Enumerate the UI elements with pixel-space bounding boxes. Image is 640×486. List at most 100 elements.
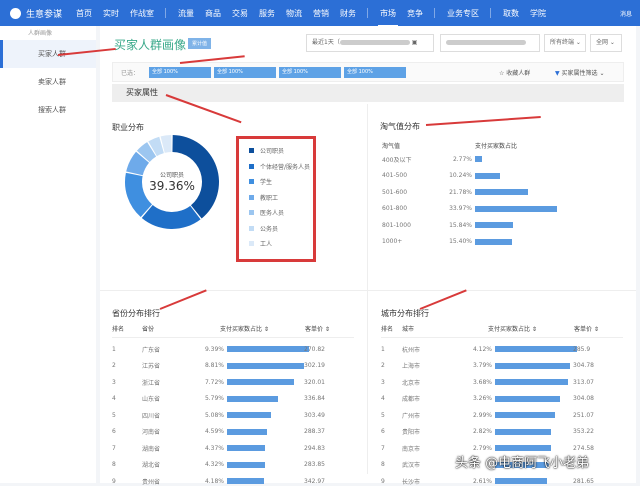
nav-item[interactable]: 财务 (340, 8, 356, 19)
filter-chip[interactable]: 全部 100% (279, 67, 341, 78)
taoqi-row: 1000+ 15.40% (382, 237, 513, 247)
legend-swatch (249, 179, 254, 185)
taoqi-row: 601-800 33.97% (382, 204, 557, 214)
nav-item[interactable]: 营销 (313, 8, 329, 19)
taoqi-bar (475, 156, 482, 162)
legend-swatch (249, 148, 254, 154)
share-bar (495, 478, 547, 484)
category-select[interactable] (440, 34, 540, 52)
table-row[interactable]: 1 广东省 9.39% 270.82 (112, 344, 325, 354)
share-bar (495, 412, 555, 418)
legend-item[interactable]: 工人 (249, 236, 313, 252)
legend-item[interactable]: 个体经营/服务人员 (249, 159, 313, 175)
nav-item[interactable]: 业务专区 (447, 8, 479, 19)
legend-swatch (249, 210, 254, 216)
column-header[interactable]: 支付买家数占比 ⇕ (220, 324, 269, 333)
legend-item[interactable]: 教职工 (249, 190, 313, 206)
table-row[interactable]: 1 杭州市 4.12% 285.9 (381, 344, 590, 354)
share-bar (495, 379, 569, 385)
cumulative-badge: 累计值 (188, 38, 212, 49)
table-row[interactable]: 6 贵阳市 2.82% 353.22 (381, 427, 594, 437)
watermark: 头条 @电商阿飞小老弟 (455, 456, 590, 471)
sidebar-item-search[interactable]: 搜索人群 (0, 96, 96, 124)
legend-swatch (249, 163, 254, 169)
terminal-select[interactable]: 所有终端 ⌄ (544, 34, 586, 52)
nav-divider (165, 8, 167, 18)
table-row[interactable]: 9 长沙市 2.61% 281.65 (381, 476, 594, 486)
divider (381, 337, 623, 338)
nav-item[interactable]: 市场 (378, 8, 399, 27)
table-row[interactable]: 6 河南省 4.59% 288.37 (112, 427, 325, 437)
share-bar (227, 362, 304, 369)
filter-bar: 已选： 全部 100% 全部 100% 全部 100% 全部 100% ☆ 收藏… (112, 62, 624, 82)
filter-chip[interactable]: 全部 100% (344, 67, 406, 78)
nav-item[interactable]: 商品 (205, 8, 221, 19)
top-nav: 生意参谋 首页 实时 作战室 流量 商品 交易 服务 物流 营销 财务 市场 竞争 业务专区 取数 学院 消… (0, 0, 640, 27)
sidebar-item-buyer[interactable]: 买家人群 (0, 40, 96, 68)
nav-item[interactable]: 首页 (76, 8, 92, 19)
table-row[interactable]: 4 山东省 5.79% 336.84 (112, 394, 325, 404)
donut-center-label: 公司职员 (159, 172, 184, 179)
table-row[interactable]: 4 成都市 3.26% 304.08 (381, 394, 594, 404)
attr-filter-button[interactable]: ▼ 买家属性筛选 ⌄ (555, 68, 605, 77)
column-header[interactable]: 客单价 ⇕ (574, 324, 599, 333)
sidebar-group-label: 人群画像 (28, 30, 53, 37)
sidebar: 人群画像 买家人群 卖家人群 搜索人群 (0, 26, 96, 483)
legend-item[interactable]: 公司职员 (249, 143, 313, 159)
table-row[interactable]: 5 广州市 2.99% 251.07 (381, 410, 594, 420)
nav-item[interactable]: 实时 (103, 8, 119, 19)
table-row[interactable]: 2 上海市 3.79% 304.78 (381, 361, 594, 371)
donut-slice[interactable] (141, 204, 201, 229)
table-row[interactable]: 8 湖北省 4.32% 283.85 (112, 460, 325, 470)
nav-item[interactable]: 流量 (178, 8, 194, 19)
column-header: 排名 (112, 326, 125, 333)
taoqi-row: 801-1000 15.84% (382, 220, 514, 230)
nav-item[interactable]: 物流 (286, 8, 302, 19)
nav-item[interactable]: 服务 (259, 8, 275, 19)
collect-crowd-button[interactable]: ☆ 收藏人群 (499, 68, 530, 77)
taoqi-row: 501-600 21.78% (382, 187, 528, 197)
table-row[interactable]: 2 江苏省 8.81% 302.19 (112, 361, 325, 371)
message-link[interactable]: 消息 (620, 9, 632, 18)
table-row[interactable]: 3 北京市 3.68% 313.07 (381, 377, 594, 387)
sidebar-item-seller[interactable]: 卖家人群 (0, 68, 96, 96)
legend-swatch (249, 194, 254, 200)
share-bar (227, 461, 265, 468)
table-row[interactable]: 5 四川省 5.08% 303.49 (112, 410, 325, 420)
table-row[interactable]: 9 贵州省 4.18% 342.97 (112, 476, 325, 486)
app-logo[interactable]: 生意参谋 (10, 7, 62, 20)
share-bar (227, 478, 264, 484)
nav-item[interactable]: 学院 (530, 8, 546, 19)
taoqi-row: 401-500 10.24% (382, 171, 500, 181)
nav-divider (367, 8, 369, 18)
date-picker[interactable]: 最近1天（ ▣ (306, 34, 434, 52)
column-header: 淘气值 (382, 143, 401, 150)
nav-item[interactable]: 作战室 (130, 8, 154, 19)
column-header[interactable]: 支付买家数占比 ⇕ (488, 324, 537, 333)
filter-chip[interactable]: 全部 100% (214, 67, 276, 78)
legend-item[interactable]: 医务人员 (249, 205, 313, 221)
province-title: 省份分布排行 (112, 309, 160, 318)
filter-chip[interactable]: 全部 100% (149, 67, 211, 78)
taoqi-bar (475, 172, 500, 179)
table-row[interactable]: 7 湖南省 4.37% 294.83 (112, 443, 325, 453)
taoqi-bar (475, 222, 514, 228)
scope-select[interactable]: 全网 ⌄ (590, 34, 622, 52)
annotation-arrow (159, 289, 207, 310)
share-bar (227, 379, 295, 385)
column-header: 排名 (381, 326, 394, 333)
nav-item[interactable]: 取数 (503, 8, 519, 19)
nav-item[interactable]: 竞争 (407, 8, 423, 19)
occupation-legend: 公司职员 个体经营/服务人员 学生 教职工 医务人员 公务员 工人 (236, 136, 316, 262)
nav-item[interactable]: 交易 (232, 8, 248, 19)
nav-divider (490, 8, 492, 18)
column-header[interactable]: 客单价 ⇕ (305, 324, 330, 333)
share-bar (495, 445, 551, 451)
table-row[interactable]: 3 浙江省 7.72% 320.01 (112, 377, 325, 387)
filter-icon: ▼ (555, 70, 560, 77)
share-bar (227, 346, 309, 352)
legend-swatch (249, 241, 254, 247)
legend-item[interactable]: 公务员 (249, 221, 313, 237)
taoqi-row: 400及以下 2.77% (382, 154, 482, 164)
legend-item[interactable]: 学生 (249, 174, 313, 190)
